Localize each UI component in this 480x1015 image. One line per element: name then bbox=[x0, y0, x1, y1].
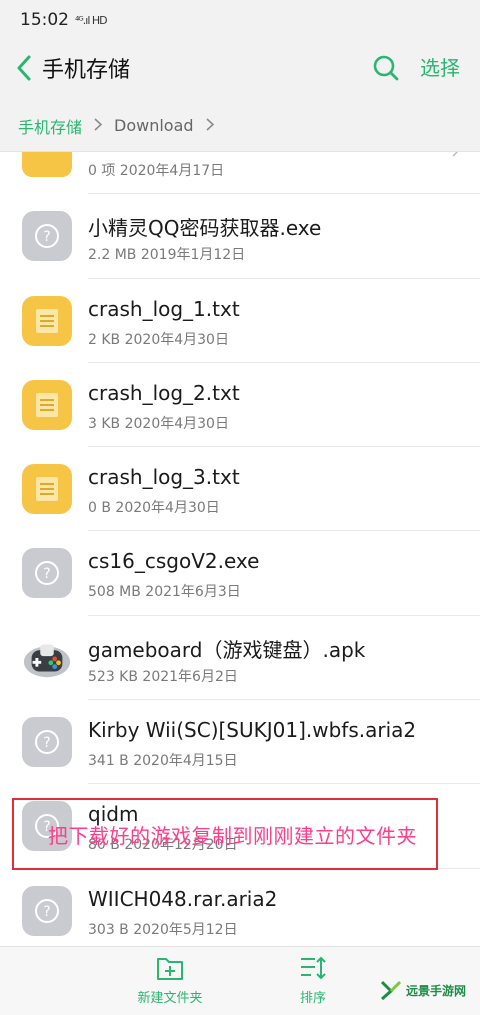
file-name: WIICH048.rar.aria2 bbox=[88, 886, 278, 911]
file-name: 小精灵QQ密码获取器.exe bbox=[88, 216, 322, 241]
watermark-logo-icon bbox=[380, 980, 402, 1001]
new-folder-label: 新建文件夹 bbox=[137, 991, 203, 1006]
chevron-right-icon bbox=[206, 117, 214, 135]
list-item[interactable]: ? Kirby Wii(SC)[SUKJ01].wbfs.aria2 341 B… bbox=[0, 700, 480, 785]
unknown-file-icon: ? bbox=[22, 717, 72, 768]
file-meta: 3 KB 2020年4月30日 bbox=[88, 415, 229, 432]
select-button[interactable]: 选择 bbox=[420, 52, 460, 81]
svg-text:?: ? bbox=[43, 904, 50, 920]
file-meta: 0 B 2020年4月30日 bbox=[88, 500, 220, 517]
file-meta: 2 KB 2020年4月30日 bbox=[88, 331, 229, 348]
back-button[interactable] bbox=[6, 40, 42, 96]
search-button[interactable] bbox=[368, 50, 404, 86]
signal-indicator: ⁴ᴳ.ıl HD bbox=[75, 13, 108, 27]
status-time: 15:02 bbox=[20, 10, 69, 30]
file-meta: 523 KB 2021年6月2日 bbox=[88, 668, 238, 685]
search-icon bbox=[373, 55, 399, 81]
chevron-right-icon bbox=[452, 152, 460, 161]
breadcrumb-root[interactable]: 手机存储 bbox=[18, 114, 82, 138]
svg-text:?: ? bbox=[43, 566, 50, 582]
text-file-icon bbox=[22, 464, 72, 515]
file-name: crash_log_2.txt bbox=[88, 380, 240, 405]
list-item[interactable]: ? WIICH048.rar.aria2 303 B 2020年5月12日 bbox=[0, 869, 480, 946]
new-folder-icon bbox=[157, 958, 183, 980]
list-item[interactable]: crash_log_2.txt 3 KB 2020年4月30日 bbox=[0, 363, 480, 448]
text-file-icon bbox=[22, 295, 72, 346]
list-item[interactable]: gameboard（游戏键盘）.apk 523 KB 2021年6月2日 bbox=[0, 616, 480, 701]
list-item[interactable]: crash_log_1.txt 2 KB 2020年4月30日 bbox=[0, 279, 480, 363]
svg-text:?: ? bbox=[43, 735, 50, 751]
unknown-file-icon: ? bbox=[22, 548, 72, 599]
file-name: crash_log_3.txt bbox=[88, 465, 240, 490]
text-file-icon bbox=[22, 379, 72, 430]
breadcrumb: 手机存储 Download bbox=[0, 100, 480, 152]
new-folder-button[interactable]: 新建文件夹 bbox=[125, 955, 215, 1011]
chevron-left-icon bbox=[17, 55, 31, 81]
list-item[interactable]: ? 小精灵QQ密码获取器.exe 2.2 MB 2019年1月12日 bbox=[0, 194, 480, 279]
list-item[interactable]: ? cs16_csgoV2.exe 508 MB 2021年6月3日 bbox=[0, 531, 480, 616]
breadcrumb-current[interactable]: Download bbox=[114, 116, 194, 135]
chevron-right-icon bbox=[94, 117, 103, 135]
file-meta: 0 项 2020年4月17日 bbox=[88, 163, 225, 179]
folder-icon bbox=[22, 152, 72, 177]
file-name: Kirby Wii(SC)[SUKJ01].wbfs.aria2 bbox=[88, 718, 417, 743]
watermark-text: 远景手游网 bbox=[406, 983, 467, 998]
list-item[interactable]: crash_log_3.txt 0 B 2020年4月30日 bbox=[0, 447, 480, 532]
file-name: cs16_csgoV2.exe bbox=[88, 549, 260, 574]
sort-icon bbox=[301, 956, 326, 980]
file-meta: 341 B 2020年4月15日 bbox=[88, 753, 238, 770]
page-title: 手机存储 bbox=[42, 58, 131, 83]
status-bar: 15:02 ⁴ᴳ.ıl HD bbox=[0, 0, 480, 40]
list-item[interactable]: QQ 0 项 2020年4月17日 bbox=[0, 152, 480, 195]
file-name: gameboard（游戏键盘）.apk bbox=[88, 637, 366, 662]
gamepad-app-icon bbox=[22, 633, 72, 683]
sort-label: 排序 bbox=[299, 991, 326, 1006]
annotation-caption: 把下载好的游戏复制到刚刚建立的文件夹 bbox=[48, 824, 417, 848]
file-name: crash_log_1.txt bbox=[88, 296, 240, 321]
unknown-file-icon: ? bbox=[22, 885, 72, 936]
file-meta: 303 B 2020年5月12日 bbox=[88, 921, 238, 938]
unknown-file-icon: ? bbox=[22, 211, 72, 262]
file-meta: 508 MB 2021年6月3日 bbox=[88, 584, 241, 601]
sort-button[interactable]: 排序 bbox=[268, 955, 358, 1011]
file-meta: 2.2 MB 2019年1月12日 bbox=[88, 247, 246, 264]
watermark: 远景手游网 bbox=[380, 976, 480, 1004]
title-bar: 手机存储 选择 bbox=[0, 40, 480, 96]
svg-text:?: ? bbox=[43, 229, 50, 245]
